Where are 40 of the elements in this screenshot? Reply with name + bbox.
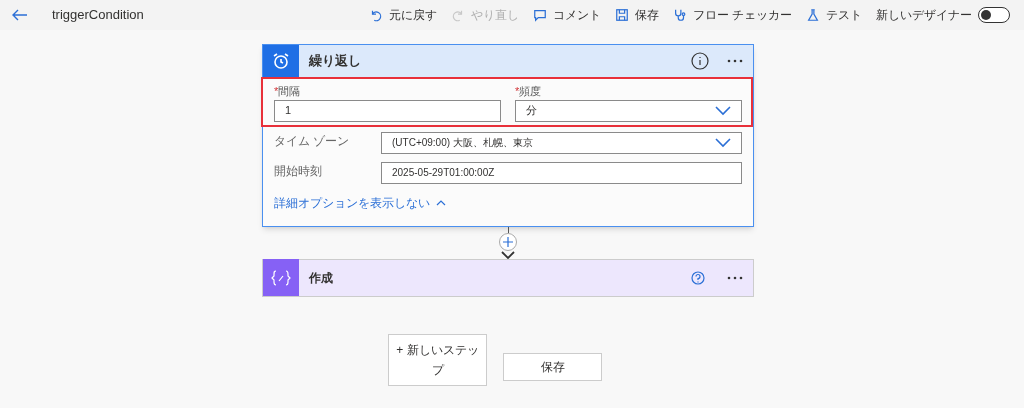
- save-button[interactable]: 保存: [503, 352, 602, 381]
- card-title: 作成: [309, 269, 333, 287]
- field-label: 開始時刻: [274, 162, 323, 180]
- input-field[interactable]: 1: [274, 99, 501, 122]
- arrow-down-icon: [501, 250, 515, 259]
- more-options-icon[interactable]: [727, 275, 743, 280]
- new-designer-label: 新しいデザイナー: [876, 7, 972, 24]
- back-button[interactable]: [12, 7, 28, 23]
- toolbar-button[interactable]: コメント: [532, 6, 601, 24]
- input-field[interactable]: 2025-05-29T01:00:00Z: [381, 161, 742, 184]
- card-title: 繰り返し: [309, 52, 361, 71]
- toggle-switch[interactable]: [978, 7, 1010, 23]
- toolbar-button[interactable]: テスト: [806, 6, 862, 24]
- comment-icon: [532, 8, 547, 22]
- redo-icon: [450, 8, 465, 22]
- dropdown-field[interactable]: 分: [515, 99, 742, 122]
- dropdown-field[interactable]: (UTC+09:00) 大阪、札幌、東京: [381, 131, 742, 154]
- new-step-button[interactable]: + 新しいステップ: [388, 333, 487, 386]
- save-icon: [614, 8, 629, 22]
- chevron-down-icon: [715, 105, 731, 116]
- flask-icon: [806, 8, 820, 22]
- info-icon[interactable]: [691, 52, 709, 70]
- stethoscope-icon: [672, 8, 687, 22]
- field-label: *間隔: [274, 84, 302, 99]
- help-icon[interactable]: [691, 270, 705, 285]
- chevron-down-icon: [715, 137, 731, 148]
- field-label: タイム ゾーン: [274, 132, 351, 150]
- toolbar-button[interactable]: フロー チェッカー: [672, 6, 792, 24]
- flow-title: triggerCondition: [52, 6, 144, 25]
- plus-icon: [503, 236, 513, 247]
- back-arrow-icon: [12, 9, 28, 21]
- field-label: *頻度: [515, 84, 543, 99]
- curly-braces-icon: [271, 269, 291, 286]
- alarm-clock-icon: [272, 52, 290, 70]
- action-card[interactable]: 作成: [262, 258, 754, 297]
- toolbar-button[interactable]: 元に戻す: [368, 6, 437, 24]
- advanced-options-link[interactable]: 詳細オプションを表示しない: [274, 193, 446, 212]
- chevron-up-icon: [436, 199, 446, 206]
- toolbar-button[interactable]: 保存: [614, 6, 659, 24]
- more-options-icon[interactable]: [727, 59, 743, 63]
